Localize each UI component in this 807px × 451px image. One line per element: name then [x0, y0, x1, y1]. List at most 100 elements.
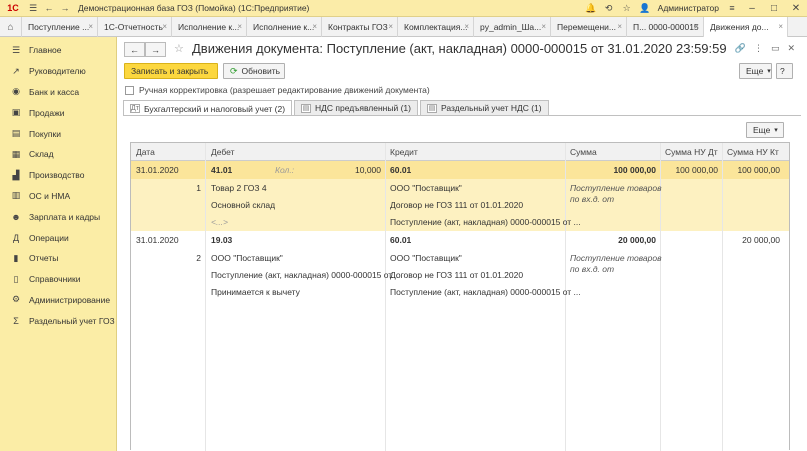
favorite-star-icon[interactable]: ☆	[174, 42, 184, 55]
window-title: Демонстрационная база ГОЗ (Помойка) (1С:…	[78, 3, 310, 13]
row2-sum: 20 000,00	[618, 235, 656, 245]
page-title: Движения документа: Поступление (акт, на…	[192, 41, 727, 56]
close-tab-icon[interactable]: ×	[312, 22, 317, 31]
tab-window-active[interactable]: Движения до... ×	[704, 17, 788, 37]
menu-icon[interactable]: ☰	[26, 1, 40, 15]
close-icon[interactable]: ✕	[787, 43, 795, 54]
row2-debit-sub2: Поступление (акт, накладная) 0000-000015…	[211, 270, 399, 280]
sidebar-item-main[interactable]: ☰ Главное	[0, 40, 116, 61]
close-icon[interactable]: ✕	[785, 3, 807, 14]
restore-icon[interactable]: ▭	[771, 43, 780, 54]
sidebar-item-operations[interactable]: Д Операции	[0, 227, 116, 248]
home-icon[interactable]: ⌂	[0, 17, 22, 37]
forward-button[interactable]: →	[145, 42, 166, 57]
sidebar-item-warehouse[interactable]: ▦ Склад	[0, 144, 116, 165]
tab-label: Исполнение к...	[178, 22, 240, 32]
back-button[interactable]: ←	[124, 42, 145, 57]
user-icon: 👤	[639, 2, 651, 13]
sidebar-item-catalogs[interactable]: ▯ Справочники	[0, 269, 116, 290]
sidebar-item-label: Администрирование	[29, 294, 111, 305]
sidebar-item-assets[interactable]: ▥ ОС и НМА	[0, 186, 116, 207]
row1-qty-label: Кол.:	[275, 165, 295, 175]
sidebar-item-goz[interactable]: Σ Раздельный учет ГОЗ	[0, 310, 116, 331]
tab-label: Комплектация...	[404, 22, 468, 32]
entries-table[interactable]: Дата Дебет Кредит Сумма Сумма НУ Дт Сумм…	[130, 142, 790, 451]
row2-debit-sub3: Принимается к вычету	[211, 287, 300, 297]
sidebar-item-label: Операции	[29, 232, 69, 243]
sidebar-item-salary[interactable]: ☻ Зарплата и кадры	[0, 206, 116, 227]
star-icon[interactable]: ☆	[618, 3, 636, 14]
title-bar: 1С ☰ ← → Демонстрационная база ГОЗ (Помо…	[0, 0, 807, 17]
col-sum[interactable]: Сумма	[570, 147, 597, 157]
col-debit[interactable]: Дебет	[211, 147, 235, 157]
close-tab-icon[interactable]: ×	[617, 22, 622, 31]
tab-window[interactable]: Исполнение к... ×	[172, 17, 247, 37]
more-button[interactable]: Еще ▾	[739, 63, 772, 79]
col-sum-nu-dt[interactable]: Сумма НУ Дт	[665, 147, 718, 157]
tab-window[interactable]: П... 0000-000015 ×	[627, 17, 704, 37]
help-button[interactable]: ?	[776, 63, 793, 79]
more-icon[interactable]: ⋮	[754, 43, 763, 54]
operations-icon: Д	[12, 232, 20, 243]
close-tab-icon[interactable]: ×	[162, 22, 167, 31]
sidebar-item-bank[interactable]: ◉ Банк и касса	[0, 82, 116, 103]
chevron-down-icon: ▾	[767, 68, 771, 75]
tab-window[interactable]: Комплектация... ×	[398, 17, 474, 37]
sidebar-item-sales[interactable]: ▣ Продажи	[0, 102, 116, 123]
open-windows-bar: ⌂ Поступление ... × 1С-Отчетность × Исполн…	[0, 17, 807, 37]
back-icon[interactable]: ←	[42, 1, 56, 15]
tab-window[interactable]: Исполнение к... ×	[247, 17, 322, 37]
row1-sum-nu-dt: 100 000,00	[675, 165, 718, 175]
minimize-icon[interactable]: –	[741, 3, 763, 14]
save-close-button[interactable]: Записать и закрыть	[124, 63, 218, 79]
warehouse-icon: ▦	[11, 148, 21, 159]
row1-sum: 100 000,00	[613, 165, 656, 175]
sidebar-item-manager[interactable]: ↗ Руководителю	[0, 61, 116, 82]
user-name[interactable]: Администратор	[658, 3, 719, 13]
column-divider	[205, 143, 206, 451]
col-credit[interactable]: Кредит	[390, 147, 418, 157]
close-tab-icon[interactable]: ×	[694, 22, 699, 31]
close-tab-icon[interactable]: ×	[88, 22, 93, 31]
tab-window[interactable]: Контракты ГОЗ ×	[322, 17, 398, 37]
refresh-button[interactable]: ⟳ Обновить	[223, 63, 285, 79]
column-divider	[722, 143, 723, 451]
close-tab-icon[interactable]: ×	[388, 22, 393, 31]
history-icon[interactable]: ⟲	[600, 3, 618, 14]
sidebar-item-purchases[interactable]: ▤ Покупки	[0, 123, 116, 144]
tab-window[interactable]: 1С-Отчетность ×	[98, 17, 172, 37]
sidebar-item-label: Банк и касса	[29, 86, 80, 97]
row2-debit-account: 19.03	[211, 235, 233, 245]
forward-icon[interactable]: →	[58, 1, 72, 15]
sidebar-item-production[interactable]: ▟ Производство	[0, 165, 116, 186]
factory-icon: ▟	[12, 169, 20, 180]
close-tab-icon[interactable]: ×	[541, 22, 546, 31]
tab-window[interactable]: Перемещени... ×	[551, 17, 627, 37]
manual-correction-checkbox[interactable]: Ручная корректировка (разрешает редактир…	[125, 85, 430, 95]
assets-icon: ▥	[11, 190, 21, 201]
maximize-icon[interactable]: □	[763, 3, 785, 14]
checkbox-box[interactable]	[125, 85, 134, 95]
tab-separate-vat[interactable]: ▤ Раздельный учет НДС (1)	[420, 100, 549, 115]
row2-content-line1: Поступление товаров	[570, 253, 662, 263]
grid-more-button[interactable]: Еще ▾	[746, 122, 784, 138]
link-icon[interactable]: 🔗	[735, 43, 746, 54]
close-tab-icon[interactable]: ×	[237, 22, 242, 31]
row1-sum-nu-kt: 100 000,00	[737, 165, 780, 175]
row2-credit-sub3: Поступление (акт, накладная) 0000-000015…	[390, 287, 581, 297]
tab-window[interactable]: py_admin_Ша... ×	[474, 17, 551, 37]
tab-accounting[interactable]: Дт Бухгалтерский и налоговый учет (2)	[123, 100, 293, 116]
col-sum-nu-kt[interactable]: Сумма НУ Кт	[727, 147, 779, 157]
sidebar-item-admin[interactable]: ⚙ Администрирование	[0, 290, 116, 311]
sidebar-item-reports[interactable]: ▮ Отчеты	[0, 248, 116, 269]
bell-icon[interactable]: 🔔	[582, 3, 600, 14]
tab-label: py_admin_Ша...	[480, 22, 542, 32]
row1-credit-account: 60.01	[390, 165, 412, 175]
row1-number: 1	[196, 183, 201, 193]
tab-window[interactable]: Поступление ... ×	[22, 17, 98, 37]
settings-icon[interactable]: ≡	[723, 3, 741, 13]
close-tab-icon[interactable]: ×	[464, 22, 469, 31]
close-tab-icon[interactable]: ×	[778, 22, 783, 31]
tab-vat-presented[interactable]: ▤ НДС предъявленный (1)	[294, 100, 418, 115]
col-date[interactable]: Дата	[136, 147, 155, 157]
